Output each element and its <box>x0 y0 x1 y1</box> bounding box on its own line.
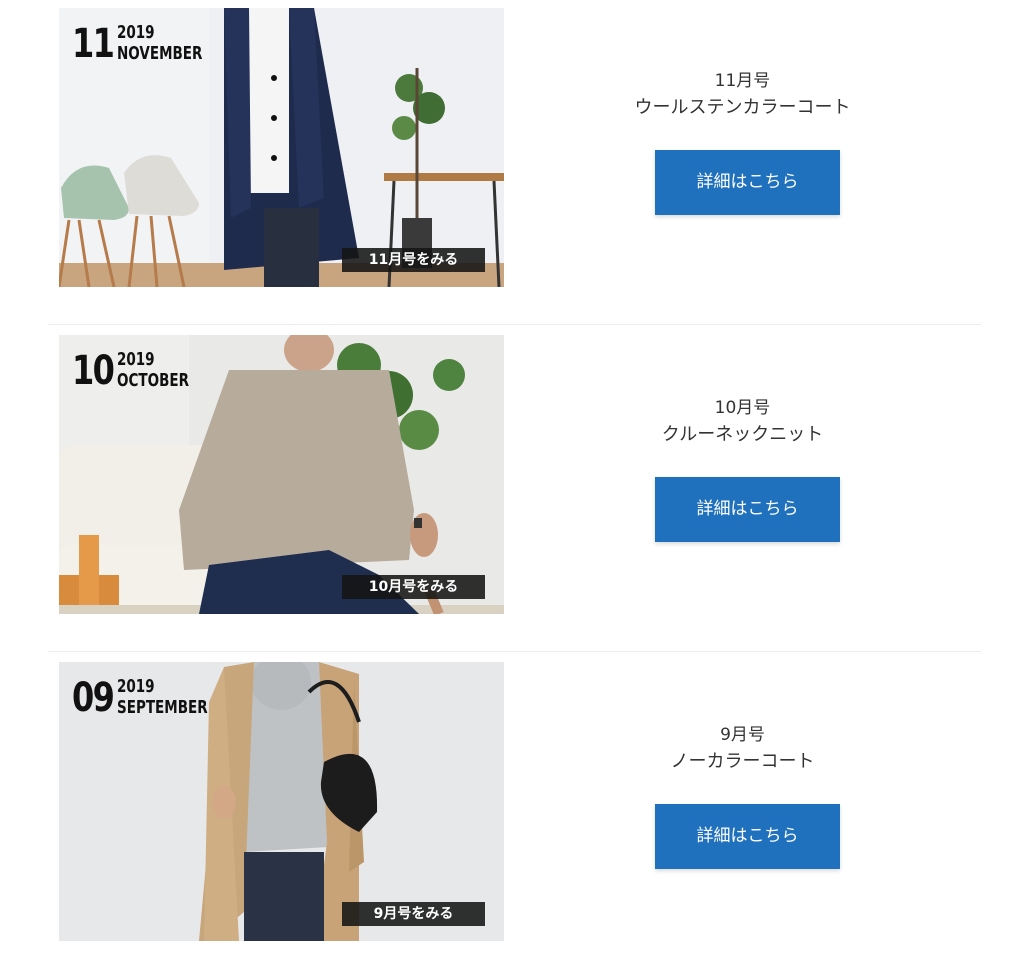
issue-card-october: 10 2019 OCTOBER 10月号をみる 10月号 クルーネックニット 詳… <box>48 335 981 614</box>
details-button[interactable]: 詳細はこちら <box>655 804 840 869</box>
details-button[interactable]: 詳細はこちら <box>655 477 840 542</box>
issue-label: 11月号 <box>714 71 771 91</box>
issue-day-number: 11 <box>72 21 115 67</box>
issue-card-september: 09 2019 SEPTEMBER 9月号をみる 9月号 ノーカラーコート 詳細… <box>48 662 981 941</box>
issue-card-november: 11 2019 NOVEMBER 11月号をみる 11月号 ウールステンカラーコ… <box>48 8 981 287</box>
details-button[interactable]: 詳細はこちら <box>655 150 840 215</box>
issue-title: ノーカラーコート <box>670 751 815 772</box>
issue-info: 11月号 ウールステンカラーコート 詳細はこちら <box>504 8 981 287</box>
issue-year: 2019 <box>117 349 155 370</box>
section-divider <box>48 651 981 652</box>
issue-title: クルーネックニット <box>661 424 824 445</box>
view-issue-tag: 11月号をみる <box>342 248 485 272</box>
issue-month-name: NOVEMBER <box>117 43 203 64</box>
issue-label: 10月号 <box>714 398 771 418</box>
issue-month-name: SEPTEMBER <box>117 697 208 718</box>
issue-photo-link[interactable]: 10 2019 OCTOBER 10月号をみる <box>59 335 504 614</box>
issue-day-number: 09 <box>72 675 115 721</box>
issue-month-name: OCTOBER <box>117 370 189 391</box>
issue-year: 2019 <box>117 22 155 43</box>
issue-title: ウールステンカラーコート <box>634 97 851 118</box>
section-divider <box>48 324 981 325</box>
issue-info: 10月号 クルーネックニット 詳細はこちら <box>504 335 981 614</box>
view-issue-tag: 10月号をみる <box>342 575 485 599</box>
issue-day-number: 10 <box>72 348 115 394</box>
issue-year: 2019 <box>117 676 155 697</box>
issue-info: 9月号 ノーカラーコート 詳細はこちら <box>504 662 981 941</box>
issue-photo-link[interactable]: 09 2019 SEPTEMBER 9月号をみる <box>59 662 504 941</box>
view-issue-tag: 9月号をみる <box>342 902 485 926</box>
issue-photo-link[interactable]: 11 2019 NOVEMBER 11月号をみる <box>59 8 504 287</box>
issue-label: 9月号 <box>720 725 765 745</box>
